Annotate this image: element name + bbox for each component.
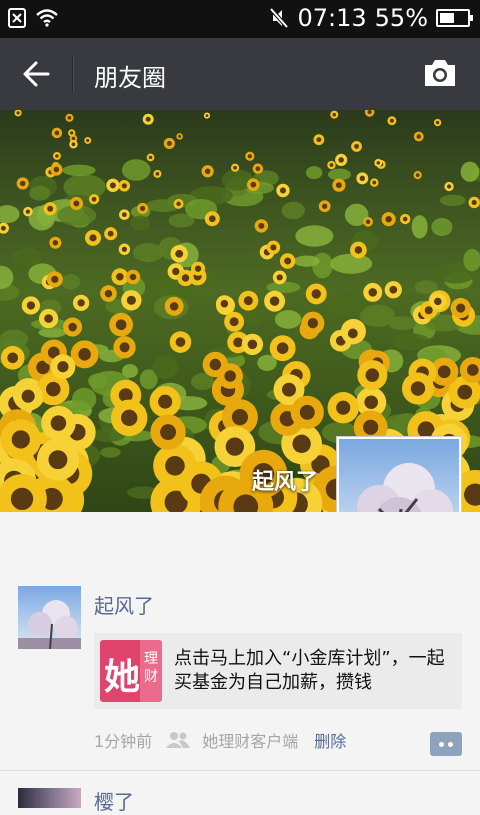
notification-x-icon [8,8,26,28]
page-title: 朋友圈 [94,64,166,92]
avatar[interactable] [18,788,81,808]
comment-button[interactable] [430,732,462,756]
post-user-name[interactable]: 起风了 [94,590,154,619]
wifi-icon [36,9,58,27]
status-time: 07:13 [297,4,367,32]
post-time: 1分钟前 [94,732,153,751]
battery-icon [436,9,473,27]
people-icon [166,732,191,748]
share-text: 点击马上加入“小金库计划”，一起买基金为自己加薪，攒钱 [174,648,445,693]
mute-icon [269,7,289,29]
post-user-name[interactable]: 樱了 [94,786,134,815]
post-source[interactable]: 她理财客户端 [202,728,298,752]
post-meta: 1分钟前 她理财客户端 删除 [94,728,346,752]
comment-dot-icon [448,741,453,747]
delete-button[interactable]: 删除 [314,728,346,752]
share-icon-text: 她 [104,657,141,698]
camera-icon [425,60,455,86]
moments-feed: 起风了 她 理财 点击马上加入“小金库计划”，一起买基金为自己加薪，攒钱 1分钟… [0,512,480,814]
battery-percent: 55% [374,4,428,32]
status-bar: 07:13 55% [0,0,480,38]
back-button[interactable] [14,54,58,94]
camera-button[interactable] [422,58,458,90]
avatar[interactable] [18,586,81,649]
title-bar: 朋友圈 [0,38,480,110]
back-arrow-icon [23,61,50,87]
divider [0,770,480,771]
share-icon-small-text: 理财 [144,651,158,685]
share-app-icon: 她 理财 [100,640,162,702]
share-card[interactable]: 她 理财 点击马上加入“小金库计划”，一起买基金为自己加薪，攒钱 [94,633,462,709]
comment-dot-icon [439,741,444,747]
title-divider [72,56,73,92]
cover-user-name: 起风了 [251,470,318,495]
